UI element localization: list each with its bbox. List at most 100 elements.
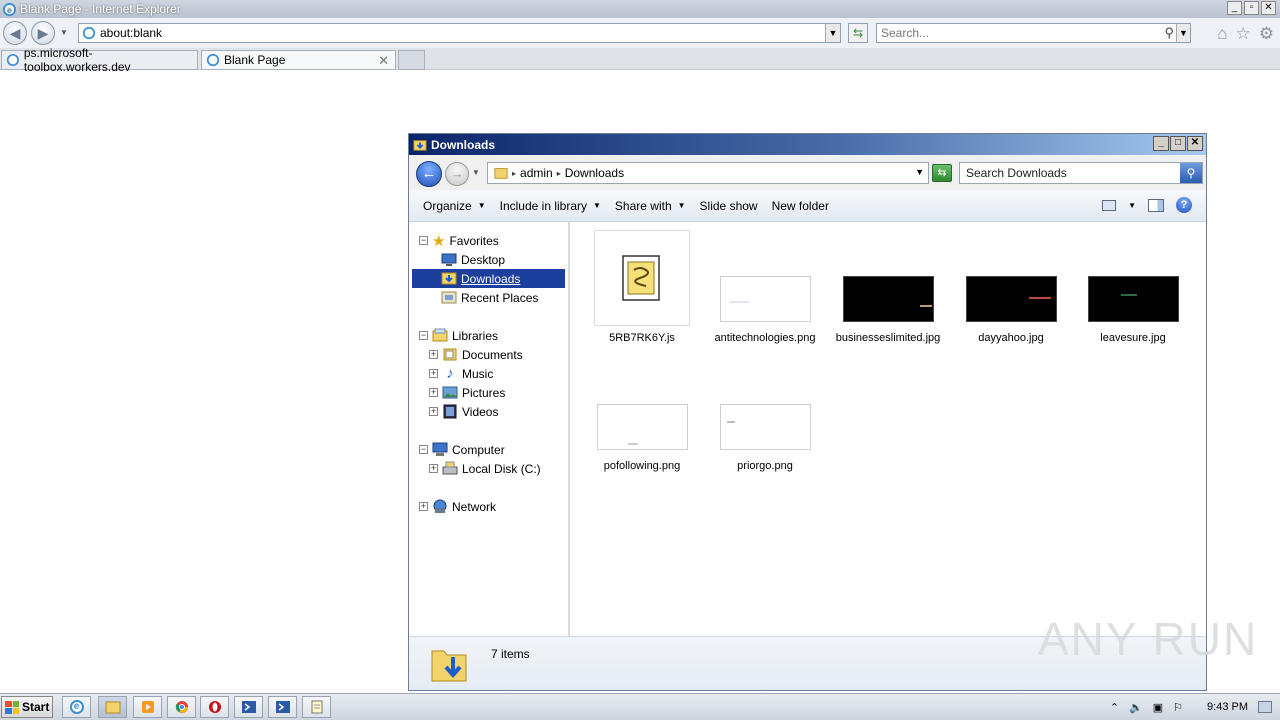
close-tab-icon[interactable]: ✕ — [378, 53, 389, 69]
explorer-forward-button[interactable]: → — [445, 162, 469, 186]
start-button[interactable]: Start — [1, 696, 53, 718]
hard-disk-icon — [442, 461, 458, 475]
file-item[interactable]: leavesure.jpg — [1080, 230, 1186, 345]
include-in-library-button[interactable]: Include in library ▼ — [500, 199, 601, 213]
tab-toolbox[interactable]: ps.microsoft-toolbox.workers.dev — [1, 46, 198, 74]
taskbar-chrome[interactable] — [167, 696, 196, 718]
search-icon[interactable]: ⚲ — [1164, 25, 1174, 41]
taskbar-opera[interactable] — [200, 696, 229, 718]
expand-icon[interactable]: + — [429, 388, 438, 397]
tools-gear-icon[interactable]: ⚙ — [1259, 24, 1274, 44]
tab-blank-page[interactable]: Blank Page ✕ — [201, 50, 396, 70]
new-tab-button[interactable] — [398, 50, 425, 70]
change-view-icon[interactable] — [1102, 199, 1117, 211]
expand-icon[interactable]: + — [429, 464, 438, 473]
recent-locations-dropdown[interactable]: ▼ — [472, 168, 480, 177]
expand-icon[interactable]: + — [429, 369, 438, 378]
close-button[interactable]: ✕ — [1261, 1, 1276, 15]
address-bar[interactable]: about:blank ▼ — [78, 23, 841, 43]
view-options-dropdown[interactable]: ▼ — [1128, 201, 1136, 210]
collapse-icon[interactable]: − — [419, 236, 428, 245]
tree-label: Libraries — [452, 328, 499, 343]
file-thumbnail — [594, 230, 690, 326]
explorer-search-icon[interactable]: ⚲ — [1180, 163, 1202, 183]
taskbar-notepad[interactable] — [302, 696, 331, 718]
item-count: 7 items — [491, 647, 530, 661]
tree-pictures[interactable]: + Pictures — [429, 383, 505, 402]
collapse-icon[interactable]: − — [419, 331, 428, 340]
breadcrumb-downloads[interactable]: Downloads — [565, 166, 624, 180]
share-with-button[interactable]: Share with ▼ — [615, 199, 686, 213]
taskbar-explorer[interactable] — [98, 696, 127, 718]
tree-documents[interactable]: + Documents — [429, 345, 523, 364]
taskbar-app-2[interactable] — [268, 696, 297, 718]
explorer-search-box[interactable]: Search Downloads ⚲ — [959, 162, 1203, 184]
tree-network[interactable]: + Network — [419, 497, 496, 516]
back-button[interactable]: ◀ — [3, 21, 27, 45]
tree-downloads[interactable]: Downloads — [412, 269, 565, 288]
breadcrumb-separator-icon[interactable]: ▸ — [557, 169, 561, 178]
breadcrumb-separator-icon[interactable]: ▸ — [512, 169, 516, 178]
image-preview — [596, 404, 688, 450]
explorer-close-button[interactable]: ✕ — [1187, 136, 1203, 151]
file-thumbnail — [717, 358, 813, 454]
tree-favorites[interactable]: − ★ Favorites — [419, 231, 499, 250]
powershell-icon — [241, 701, 256, 713]
show-desktop-icon[interactable] — [1258, 701, 1272, 713]
help-icon[interactable]: ? — [1176, 197, 1192, 213]
taskbar-ie[interactable]: e — [62, 696, 91, 718]
tree-music[interactable]: + ♪ Music — [429, 364, 493, 383]
tree-label: Computer — [452, 442, 505, 457]
file-item[interactable]: businesseslimited.jpg — [835, 230, 941, 345]
tree-recent-places[interactable]: Recent Places — [441, 288, 538, 307]
expand-icon[interactable]: + — [429, 350, 438, 359]
tree-label: Favorites — [449, 233, 499, 248]
home-icon[interactable]: ⌂ — [1217, 24, 1227, 44]
explorer-minimize-button[interactable]: _ — [1153, 136, 1169, 151]
chevron-down-icon: ▼ — [477, 201, 486, 210]
minimize-button[interactable]: _ — [1227, 1, 1242, 15]
new-folder-button[interactable]: New folder — [772, 199, 829, 213]
address-history-dropdown[interactable]: ▼ — [915, 167, 924, 177]
media-player-icon — [141, 701, 154, 713]
tree-local-disk[interactable]: + Local Disk (C:) — [429, 459, 541, 478]
tree-libraries[interactable]: − Libraries — [419, 326, 498, 345]
organize-button[interactable]: Organize ▼ — [423, 199, 486, 213]
network-tray-icon[interactable]: ▣ — [1153, 701, 1163, 714]
tree-videos[interactable]: + Videos — [429, 402, 498, 421]
search-box[interactable]: Search... ⚲ ▼ — [876, 23, 1191, 43]
volume-icon[interactable]: 🔈 — [1129, 701, 1143, 714]
explorer-refresh-button[interactable]: ⇆ — [932, 164, 952, 182]
action-center-flag-icon[interactable]: ⚐ — [1173, 701, 1183, 714]
file-item[interactable]: antitechnologies.png — [712, 230, 818, 345]
address-dropdown[interactable]: ▼ — [825, 24, 840, 42]
explorer-back-button[interactable]: ← — [416, 161, 442, 187]
refresh-button[interactable]: ⇆ — [848, 23, 868, 43]
maximize-button[interactable]: ▫ — [1244, 1, 1259, 15]
taskbar-media-player[interactable] — [133, 696, 162, 718]
slide-show-button[interactable]: Slide show — [700, 199, 758, 213]
tree-desktop[interactable]: Desktop — [441, 250, 505, 269]
search-dropdown[interactable]: ▼ — [1176, 24, 1190, 42]
tree-computer[interactable]: − Computer — [419, 440, 505, 459]
clock[interactable]: 9:43 PM — [1207, 701, 1248, 713]
file-name: leavesure.jpg — [1100, 332, 1166, 344]
file-item[interactable]: priorgo.png — [712, 358, 818, 473]
expand-icon[interactable]: + — [429, 407, 438, 416]
preview-pane-icon[interactable] — [1148, 198, 1164, 212]
recent-pages-dropdown[interactable]: ▼ — [60, 28, 68, 37]
breadcrumb-admin[interactable]: admin — [520, 166, 553, 180]
expand-icon[interactable]: + — [419, 502, 428, 511]
favorites-star-icon[interactable]: ☆ — [1236, 24, 1251, 44]
tree-label: Music — [462, 366, 494, 381]
explorer-address-bar[interactable]: ▸ admin ▸ Downloads ▼ — [487, 162, 929, 184]
tab-label: ps.microsoft-toolbox.workers.dev — [23, 46, 131, 74]
file-item[interactable]: pofollowing.png — [589, 358, 695, 473]
forward-button[interactable]: ▶ — [31, 21, 55, 45]
file-item[interactable]: 5RB7RK6Y.js — [589, 230, 695, 345]
collapse-icon[interactable]: − — [419, 445, 428, 454]
explorer-maximize-button[interactable]: □ — [1170, 136, 1186, 151]
file-item[interactable]: dayyahoo.jpg — [958, 230, 1064, 345]
taskbar-app-1[interactable] — [234, 696, 263, 718]
show-hidden-icons-icon[interactable]: ⌃ — [1110, 701, 1119, 714]
